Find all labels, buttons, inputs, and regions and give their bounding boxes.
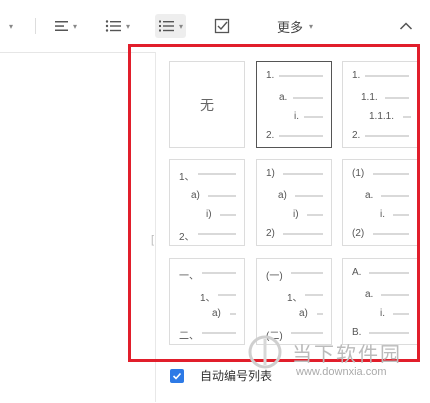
numbered-list-button[interactable]: ▾	[155, 14, 187, 38]
auto-number-label: 自动编号列表	[200, 369, 273, 383]
toolbar-divider	[35, 18, 36, 34]
chevron-up-icon	[399, 22, 413, 30]
checklist-button[interactable]	[214, 14, 230, 38]
chevron-down-icon: ▾	[309, 21, 314, 31]
numbered-list-icon	[159, 20, 174, 32]
align-left-icon	[55, 21, 68, 31]
watermark-text: 当下软件园	[292, 343, 402, 366]
watermark-url: www.downxia.com	[296, 366, 387, 378]
auto-number-checkbox[interactable]	[170, 368, 184, 383]
chevron-down-icon: ▾	[179, 21, 184, 31]
collapse-button[interactable]	[399, 14, 413, 38]
checkmark-icon	[172, 372, 182, 380]
watermark-logo-icon	[248, 335, 282, 369]
more-label: 更多	[277, 19, 304, 35]
more-button[interactable]: 更多 ▾	[277, 14, 313, 38]
chevron-down-icon[interactable]: ▾	[6, 14, 13, 38]
auto-number-option[interactable]: 自动编号列表	[170, 367, 272, 384]
chevron-down-icon: ▾	[73, 21, 78, 31]
align-button[interactable]: ▾	[54, 14, 77, 38]
checklist-icon	[214, 18, 230, 34]
bullet-list-icon	[105, 20, 121, 32]
bullet-list-button[interactable]: ▾	[105, 14, 130, 38]
chevron-down-icon: ▾	[126, 21, 131, 31]
highlight-frame	[128, 44, 420, 362]
